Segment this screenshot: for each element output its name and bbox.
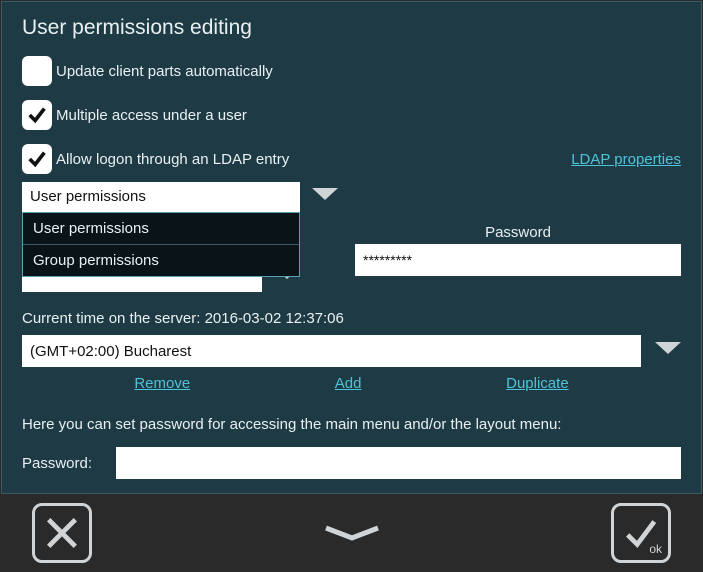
checkbox-allow-ldap[interactable]: Allow logon through an LDAP entry xyxy=(22,144,289,174)
close-icon xyxy=(43,514,81,552)
dropdown-item-group[interactable]: Group permissions xyxy=(23,245,299,276)
checkbox-box[interactable] xyxy=(22,144,52,174)
checkbox-box[interactable] xyxy=(22,100,52,130)
timezone-input[interactable] xyxy=(22,335,641,367)
checkbox-label: Multiple access under a user xyxy=(56,107,247,124)
expand-icon[interactable] xyxy=(322,524,382,542)
password-input[interactable] xyxy=(355,244,681,276)
permissions-dropdown-list: User permissions Group permissions xyxy=(22,212,300,277)
checkbox-box[interactable] xyxy=(22,56,52,86)
dialog-content: Update client parts automatically Multip… xyxy=(2,56,701,479)
ok-button[interactable]: ok xyxy=(611,503,671,563)
duplicate-link[interactable]: Duplicate xyxy=(506,375,569,392)
main-password-label: Password: xyxy=(22,455,100,472)
action-links: Remove Add Duplicate xyxy=(22,375,681,392)
dialog-title: User permissions editing xyxy=(2,2,701,56)
help-text: Here you can set password for accessing … xyxy=(22,416,681,433)
dropdown-item-user[interactable]: User permissions xyxy=(23,213,299,245)
server-time-label: Current time on the server: 2016-03-02 1… xyxy=(22,310,681,327)
dialog-footer: ok xyxy=(0,494,703,572)
add-link[interactable]: Add xyxy=(335,375,362,392)
chevron-down-icon[interactable] xyxy=(312,188,338,207)
permissions-dialog: User permissions editing Update client p… xyxy=(1,1,702,494)
chevron-down-icon[interactable] xyxy=(655,342,681,361)
checkbox-update-client[interactable]: Update client parts automatically xyxy=(22,56,681,86)
main-password-input[interactable] xyxy=(116,447,681,479)
check-icon xyxy=(26,148,48,170)
ldap-properties-link[interactable]: LDAP properties xyxy=(571,151,681,168)
remove-link[interactable]: Remove xyxy=(134,375,190,392)
permissions-dropdown[interactable]: User permissions xyxy=(22,182,300,212)
password-label: Password xyxy=(355,224,681,241)
checkbox-label: Update client parts automatically xyxy=(56,63,273,80)
checkbox-multiple-access[interactable]: Multiple access under a user xyxy=(22,100,681,130)
checkbox-label: Allow logon through an LDAP entry xyxy=(56,151,289,168)
ok-label: ok xyxy=(649,542,662,556)
check-icon xyxy=(26,104,48,126)
cancel-button[interactable] xyxy=(32,503,92,563)
password-column: Password xyxy=(355,224,681,276)
